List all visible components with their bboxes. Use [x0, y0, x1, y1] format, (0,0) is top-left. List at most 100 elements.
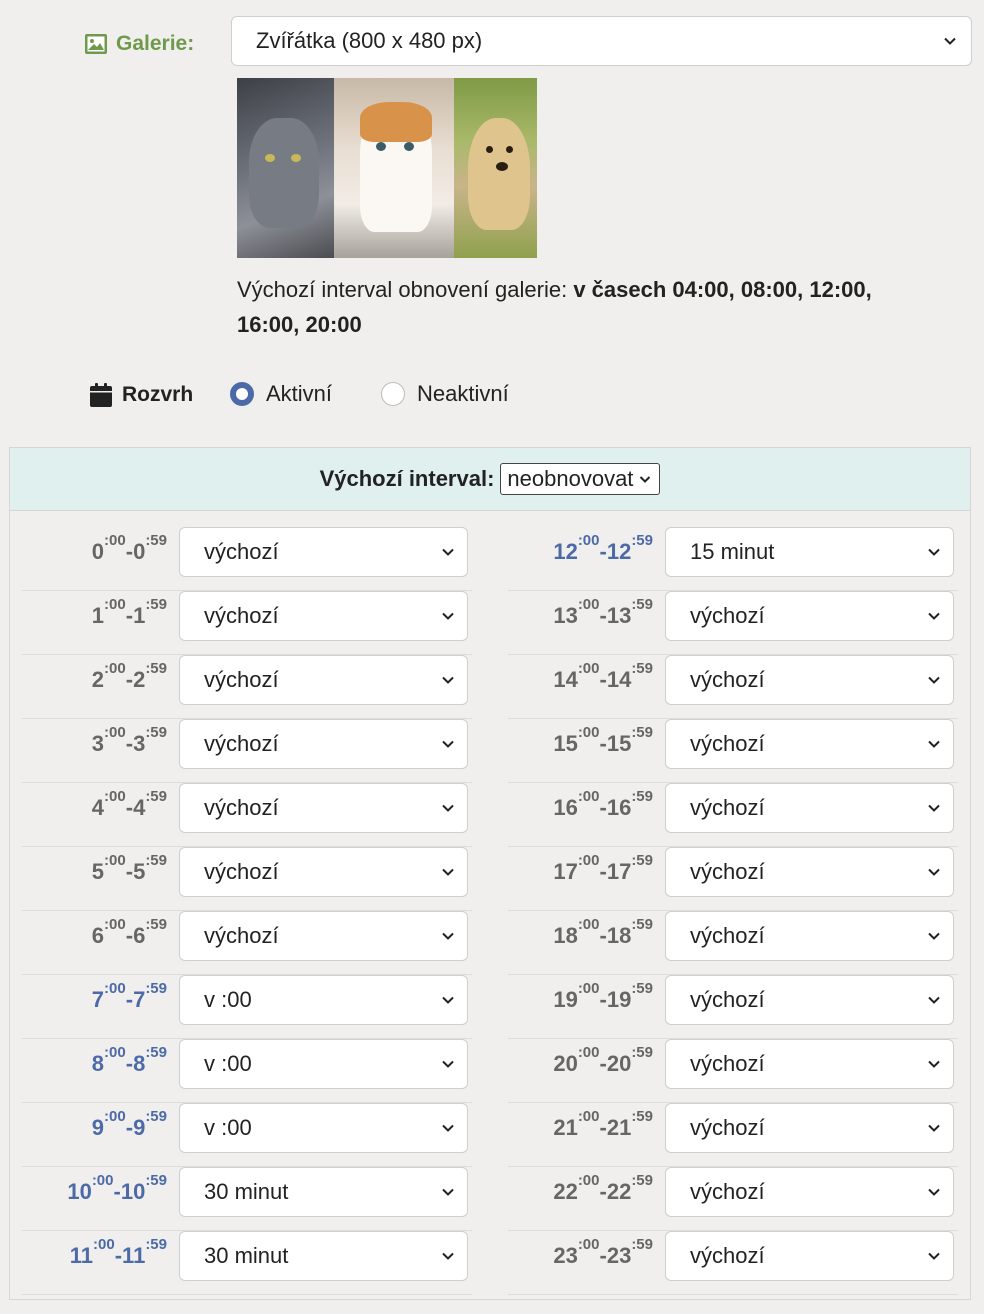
hour-interval-select[interactable]: výchozí: [665, 591, 954, 641]
hour-range-label: 8:00-8:59: [91, 1044, 167, 1076]
radio-active-label: Aktivní: [266, 381, 333, 406]
gray-kitten-image: [237, 78, 334, 258]
hour-interval-select[interactable]: 30 minut: [179, 1167, 468, 1217]
hour-interval-select[interactable]: výchozí: [179, 655, 468, 705]
hour-range-label: 2:00-2:59: [91, 660, 167, 692]
hour-interval-select[interactable]: výchozí: [179, 847, 468, 897]
radio-active[interactable]: Aktivní: [230, 380, 332, 408]
gallery-select-value: Zvířátka (800 x 480 px): [256, 28, 483, 53]
hour-interval-select[interactable]: 15 minut: [665, 527, 954, 577]
radio-inactive-indicator[interactable]: [381, 382, 405, 406]
hour-interval-value: 30 minut: [204, 1179, 289, 1204]
chevron-down-icon: [928, 1188, 940, 1196]
default-interval-label: Výchozí interval:: [319, 466, 495, 491]
hour-interval-select[interactable]: výchozí: [665, 975, 954, 1025]
gallery-refresh-info: Výchozí interval obnovení galerie: v čas…: [237, 277, 872, 337]
chevron-down-icon: [928, 740, 940, 748]
hour-interval-value: výchozí: [204, 859, 279, 884]
hour-interval-select[interactable]: výchozí: [665, 1103, 954, 1153]
hour-interval-value: výchozí: [690, 667, 765, 692]
hour-interval-value: výchozí: [204, 539, 279, 564]
default-interval-select[interactable]: neobnovovat: [500, 463, 661, 495]
hour-interval-select[interactable]: výchozí: [665, 1039, 954, 1089]
hour-interval-select[interactable]: výchozí: [179, 591, 468, 641]
hour-row: 5:00-5:59 výchozí: [22, 847, 472, 911]
chevron-down-icon: [442, 740, 454, 748]
hour-interval-select[interactable]: v :00: [179, 1103, 468, 1153]
hour-range-label: 9:00-9:59: [91, 1108, 167, 1140]
hour-interval-select[interactable]: výchozí: [665, 1167, 954, 1217]
hour-interval-value: výchozí: [204, 667, 279, 692]
schedule-panel: Výchozí interval: neobnovovat 0:00-0:59 v…: [9, 447, 971, 1300]
chevron-down-icon: [442, 804, 454, 812]
hour-interval-value: výchozí: [690, 859, 765, 884]
hour-row: 22:00-22:59 výchozí: [508, 1167, 958, 1231]
hour-range-label: 17:00-17:59: [553, 852, 653, 884]
hour-range-label: 5:00-5:59: [91, 852, 167, 884]
hour-range-label: 18:00-18:59: [553, 916, 653, 948]
chevron-down-icon: [442, 676, 454, 684]
hour-range-label: 4:00-4:59: [91, 788, 167, 820]
hour-interval-select[interactable]: výchozí: [665, 847, 954, 897]
radio-inactive-label: Neaktivní: [417, 381, 509, 406]
gallery-label: Galerie:: [84, 30, 194, 58]
hour-row: 17:00-17:59 výchozí: [508, 847, 958, 911]
hour-interval-select[interactable]: výchozí: [179, 719, 468, 769]
hour-interval-value: v :00: [204, 987, 252, 1012]
hour-interval-select[interactable]: výchozí: [665, 1231, 954, 1281]
chevron-down-icon: [928, 612, 940, 620]
hour-interval-select[interactable]: výchozí: [665, 655, 954, 705]
hour-interval-select[interactable]: výchozí: [179, 911, 468, 961]
hour-row: 8:00-8:59 v :00: [22, 1039, 472, 1103]
schedule-label-text: Rozvrh: [122, 383, 194, 406]
chevron-down-icon: [442, 1060, 454, 1068]
hour-interval-select[interactable]: v :00: [179, 975, 468, 1025]
chevron-down-icon: [640, 476, 651, 483]
hour-range-label: 15:00-15:59: [553, 724, 653, 756]
hour-interval-value: výchozí: [204, 731, 279, 756]
hour-interval-select[interactable]: výchozí: [179, 783, 468, 833]
hour-range-label: 11:00-11:59: [69, 1236, 167, 1268]
hour-range-label: 14:00-14:59: [553, 660, 653, 692]
hour-interval-value: výchozí: [690, 1115, 765, 1140]
hour-row: 7:00-7:59 v :00: [22, 975, 472, 1039]
chevron-down-icon: [928, 676, 940, 684]
chevron-down-icon: [442, 996, 454, 1004]
hour-interval-select[interactable]: výchozí: [665, 783, 954, 833]
hour-range-label: 21:00-21:59: [553, 1108, 653, 1140]
orange-kitten-image: [334, 78, 454, 258]
hour-row: 12:00-12:59 15 minut: [508, 527, 958, 591]
hour-row: 1:00-1:59 výchozí: [22, 591, 472, 655]
hour-range-label: 19:00-19:59: [553, 980, 653, 1012]
hour-row: 13:00-13:59 výchozí: [508, 591, 958, 655]
hour-interval-value: výchozí: [204, 603, 279, 628]
chevron-down-icon: [442, 932, 454, 940]
gallery-select[interactable]: Zvířátka (800 x 480 px): [231, 16, 972, 66]
chevron-down-icon: [928, 548, 940, 556]
hour-row: 10:00-10:59 30 minut: [22, 1167, 472, 1231]
hour-interval-value: výchozí: [690, 923, 765, 948]
hour-range-label: 16:00-16:59: [553, 788, 653, 820]
hour-row: 19:00-19:59 výchozí: [508, 975, 958, 1039]
hour-interval-select[interactable]: výchozí: [179, 527, 468, 577]
chevron-down-icon: [442, 612, 454, 620]
hour-row: 20:00-20:59 výchozí: [508, 1039, 958, 1103]
hour-row: 11:00-11:59 30 minut: [22, 1231, 472, 1295]
hour-interval-select[interactable]: 30 minut: [179, 1231, 468, 1281]
hour-range-label: 23:00-23:59: [553, 1236, 653, 1268]
radio-active-indicator[interactable]: [230, 382, 254, 406]
chevron-down-icon: [928, 932, 940, 940]
chevron-down-icon: [442, 1188, 454, 1196]
gallery-preview-image: [237, 78, 537, 258]
hour-range-label: 10:00-10:59: [67, 1172, 167, 1204]
hour-interval-select[interactable]: výchozí: [665, 911, 954, 961]
hour-interval-select[interactable]: v :00: [179, 1039, 468, 1089]
radio-inactive[interactable]: Neaktivní: [381, 380, 509, 408]
hour-interval-value: 15 minut: [690, 539, 775, 564]
hour-row: 0:00-0:59 výchozí: [22, 527, 472, 591]
hour-row: 21:00-21:59 výchozí: [508, 1103, 958, 1167]
hour-interval-value: výchozí: [690, 1051, 765, 1076]
hour-range-label: 13:00-13:59: [553, 596, 653, 628]
chevron-down-icon: [928, 1060, 940, 1068]
hour-interval-select[interactable]: výchozí: [665, 719, 954, 769]
